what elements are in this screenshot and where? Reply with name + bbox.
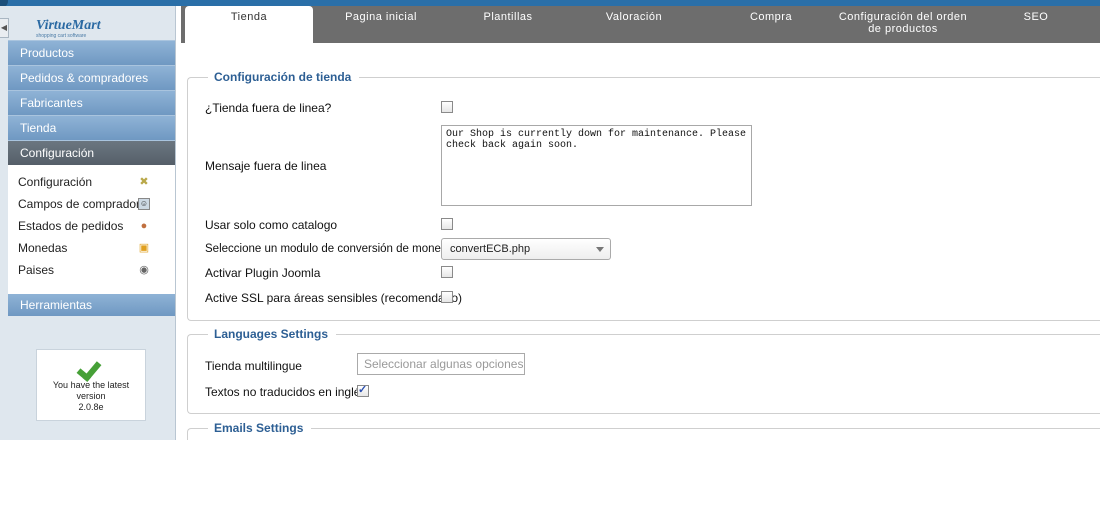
version-box: You have the latest version 2.0.8e [36, 349, 146, 421]
offline-message-textarea[interactable]: Our Shop is currently down for maintenan… [441, 125, 752, 206]
offline-label: ¿Tienda fuera de linea? [205, 101, 332, 115]
chevron-down-icon [596, 247, 604, 252]
currency-module-label: Seleccione un modulo de conversión de mo… [205, 243, 454, 255]
sidebar-item-tienda[interactable]: Tienda [8, 115, 175, 140]
tab-label-line2: de productos [868, 23, 938, 35]
page-bottom-blank [0, 440, 1100, 505]
submenu-label: Estados de pedidos [18, 219, 124, 233]
languages-fieldset: Languages Settings [187, 327, 1100, 414]
submenu-item-configuracion[interactable]: Configuración ✖ [18, 171, 168, 193]
sidebar-item-pedidos[interactable]: Pedidos & compradores [8, 65, 175, 90]
ssl-label: Active SSL para áreas sensibles (recomen… [205, 291, 463, 305]
multilingual-select[interactable]: Seleccionar algunas opciones [357, 353, 525, 375]
logo-text: VirtueMart [36, 18, 101, 33]
submenu-item-estados[interactable]: Estados de pedidos ● [18, 215, 168, 237]
tab-plantillas[interactable]: Plantillas [453, 6, 563, 43]
submenu-label: Paises [18, 263, 55, 277]
joomla-plugin-checkbox[interactable] [441, 266, 453, 278]
user-fields-icon: ☺ [138, 198, 150, 210]
version-line1: You have the latest [52, 380, 130, 390]
version-number: 2.0.8e [78, 402, 104, 412]
shop-settings-legend: Configuración de tienda [198, 70, 360, 84]
checkmark-icon [79, 358, 103, 374]
tab-seo[interactable]: SEO [1011, 6, 1061, 43]
ssl-checkbox[interactable] [441, 291, 453, 303]
offline-message-label: Mensaje fuera de linea [205, 159, 327, 173]
virtuemart-logo: VirtueMart shopping cart software [16, 16, 156, 39]
languages-legend: Languages Settings [198, 327, 337, 341]
globe-icon: ◉ [139, 264, 149, 276]
currency-module-select[interactable]: convertECB.php [441, 238, 611, 260]
wrench-icon: ✖ [139, 176, 149, 188]
catalog-label: Usar solo como catalogo [205, 218, 338, 232]
logo-subtext: shopping cart software [36, 33, 87, 39]
sidebar: ◀ VirtueMart shopping cart software Prod… [0, 6, 176, 440]
tab-pagina-inicial[interactable]: Pagina inicial [321, 6, 441, 43]
submenu-label: Monedas [18, 241, 68, 255]
submenu-item-paises[interactable]: Paises ◉ [18, 259, 168, 281]
submenu-label: Campos de comprador [18, 197, 141, 211]
joomla-plugin-label: Activar Plugin Joomla [205, 266, 321, 280]
collapse-sidebar-handle[interactable]: ◀ [0, 18, 9, 38]
submenu-label: Configuración [18, 175, 93, 189]
sidebar-item-productos[interactable]: Productos [8, 40, 175, 65]
sidebar-item-configuracion[interactable]: Configuración [8, 140, 175, 165]
version-line2: version [76, 391, 106, 401]
untranslated-label: Textos no traducidos en inglés [205, 385, 367, 399]
untranslated-checkbox[interactable] [357, 383, 369, 397]
tab-bar: Tienda Pagina inicial Plantillas Valorac… [181, 6, 1100, 43]
submenu-item-campos[interactable]: Campos de comprador ☺ [18, 193, 168, 215]
submenu-item-monedas[interactable]: Monedas ▣ [18, 237, 168, 259]
configuracion-submenu: Configuración ✖ Campos de comprador ☺ Esta… [8, 165, 175, 295]
coins-icon: ▣ [138, 242, 150, 254]
multilingual-label: Tienda multilingue [205, 359, 302, 373]
sidebar-item-herramientas[interactable]: Herramientas [8, 294, 175, 316]
tab-valoracion[interactable]: Valoración [579, 6, 689, 43]
sidebar-item-fabricantes[interactable]: Fabricantes [8, 90, 175, 115]
catalog-checkbox[interactable] [441, 218, 453, 230]
order-status-icon: ● [140, 220, 148, 232]
tab-tienda[interactable]: Tienda [185, 6, 313, 43]
tab-compra[interactable]: Compra [726, 6, 816, 43]
currency-module-value: convertECB.php [450, 243, 531, 255]
tab-label-line1: Configuración del orden [838, 11, 968, 23]
tab-orden-productos[interactable]: Configuración del orden de productos [833, 6, 973, 43]
offline-checkbox[interactable] [441, 101, 453, 113]
emails-legend: Emails Settings [198, 421, 312, 435]
sidebar-nav: Productos Pedidos & compradores Fabrican… [8, 40, 175, 295]
